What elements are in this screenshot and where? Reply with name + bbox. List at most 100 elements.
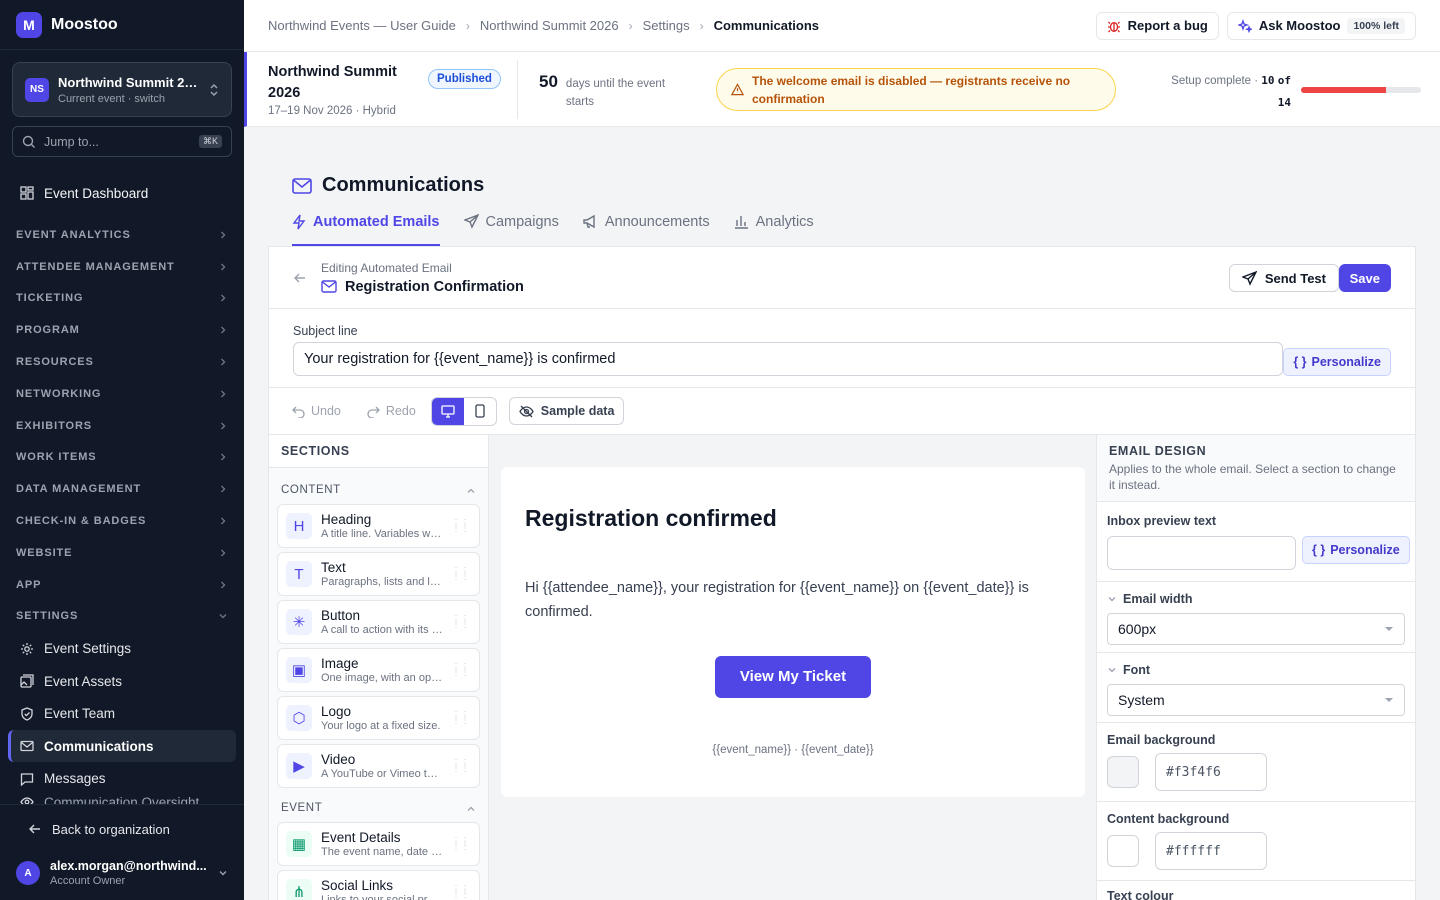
device-toggle — [430, 396, 497, 426]
nav-group-program[interactable]: PROGRAM — [0, 314, 244, 346]
nav-group-settings[interactable]: SETTINGS — [0, 601, 244, 633]
warning-banner[interactable]: The welcome email is disabled — registra… — [716, 68, 1116, 111]
user-email: alex.morgan@northwind... — [50, 859, 207, 873]
nav-group-website[interactable]: WEBSITE — [0, 537, 244, 569]
section-item-text[interactable]: T Text Paragraphs, lists and links. ⋮⋮ ⋮⋮ — [277, 552, 480, 596]
nav-group-label: WEBSITE — [16, 546, 73, 559]
drag-handle-icon[interactable]: ⋮⋮ ⋮⋮ — [451, 663, 470, 678]
tab-announcements[interactable]: Announcements — [583, 206, 710, 246]
nav-group-work-items[interactable]: WORK ITEMS — [0, 442, 244, 474]
section-item-heading[interactable]: H HeadingA title line. Variables work her… — [277, 504, 480, 548]
nav-group-exhibitors[interactable]: EXHIBITORS — [0, 410, 244, 442]
nav-group-event-analytics[interactable]: EVENT ANALYTICS — [0, 219, 244, 251]
breadcrumb-item[interactable]: Northwind Summit 2026 — [480, 18, 619, 33]
drag-handle-icon[interactable]: ⋮⋮ ⋮⋮ — [451, 885, 470, 900]
chevron-down-icon — [1107, 594, 1117, 604]
section-item-logo[interactable]: ⬡ Logo Your logo at a fixed size. ⋮⋮ ⋮⋮ — [277, 696, 480, 740]
nav-item-event-settings[interactable]: Event Settings — [8, 632, 236, 665]
nav-group-app[interactable]: APP — [0, 569, 244, 601]
nav-group-label: EXHIBITORS — [16, 419, 93, 432]
send-icon — [1241, 270, 1257, 286]
arrow-left-icon[interactable] — [293, 271, 307, 285]
section-item-event-details[interactable]: ▦ Event DetailsThe event name, date and v… — [277, 822, 480, 866]
desktop-view-button[interactable] — [431, 397, 464, 425]
brand[interactable]: M Moostoo — [0, 0, 244, 50]
braces-icon: { } — [1312, 543, 1326, 557]
nav-group-data-management[interactable]: DATA MANAGEMENT — [0, 473, 244, 505]
email-name: Registration Confirmation — [345, 278, 524, 295]
sidebar-footer: Back to organization A alex.morgan@north… — [0, 804, 244, 900]
inbox-preview-input[interactable] — [1107, 536, 1296, 570]
tab-automated-emails[interactable]: Automated Emails — [292, 206, 440, 246]
drag-handle-icon[interactable]: ⋮⋮ ⋮⋮ — [451, 837, 470, 852]
personalize-button[interactable]: { } Personalize — [1283, 348, 1391, 376]
undo-button[interactable]: Undo — [289, 404, 344, 418]
report-bug-button[interactable]: Report a bug — [1095, 11, 1219, 40]
setup-done: 10 — [1261, 74, 1275, 87]
nav-group-attendee-management[interactable]: ATTENDEE MANAGEMENT — [0, 251, 244, 283]
breadcrumb-item[interactable]: Settings — [643, 18, 690, 33]
nav-group-label: TICKETING — [16, 292, 84, 305]
nav-group-label: RESOURCES — [16, 356, 94, 369]
chevron-right-icon — [218, 357, 228, 367]
subject-input[interactable]: Your registration for {{event_name}} is … — [293, 342, 1283, 376]
nav-group-resources[interactable]: RESOURCES — [0, 346, 244, 378]
font-select[interactable]: System — [1107, 684, 1405, 716]
view-ticket-button[interactable]: View My Ticket — [715, 656, 871, 698]
tab-analytics[interactable]: Analytics — [734, 206, 814, 246]
bar-chart-icon — [734, 214, 749, 229]
content-background-hex[interactable]: #ffffff — [1155, 832, 1267, 870]
section-group-content[interactable]: CONTENT — [269, 468, 488, 500]
tab-label: Analytics — [755, 214, 814, 230]
tab-campaigns[interactable]: Campaigns — [463, 206, 559, 246]
content-background-swatch[interactable] — [1107, 835, 1139, 867]
email-footer[interactable]: {{event_name}} · {{event_date}} — [525, 744, 1061, 756]
section-item-video[interactable]: ▶ VideoA YouTube or Vimeo thumbnail. ⋮⋮⋮⋮ — [277, 744, 480, 788]
section-item-button[interactable]: ✳ Button A call to action with its link. ⋮⋮… — [277, 600, 480, 644]
drag-handle-icon[interactable]: ⋮⋮ ⋮⋮ — [451, 567, 470, 582]
chevron-right-icon — [218, 580, 228, 590]
sample-data-toggle[interactable]: Sample data — [508, 397, 625, 425]
email-width-label: Email width — [1123, 592, 1193, 606]
nav-item-messages[interactable]: Messages — [8, 762, 236, 795]
chevron-right-icon — [218, 548, 228, 558]
main: Northwind Events — User Guide › Northwin… — [244, 0, 1440, 900]
ask-quota-badge: 100% left — [1347, 17, 1405, 34]
jump-to-search[interactable]: Jump to... ⌘K — [12, 126, 232, 157]
personalize-button[interactable]: { } Personalize — [1302, 536, 1410, 564]
email-background-hex[interactable]: #f3f4f6 — [1155, 753, 1267, 791]
heading-icon: H — [286, 513, 312, 539]
back-to-organization[interactable]: Back to organization — [0, 805, 244, 853]
email-background-swatch[interactable] — [1107, 756, 1139, 788]
user-menu[interactable]: A alex.morgan@northwind... Account Owner — [0, 853, 244, 893]
sparkles-icon — [1237, 18, 1252, 33]
breadcrumb-item[interactable]: Northwind Events — User Guide — [268, 18, 456, 33]
drag-handle-icon[interactable]: ⋮⋮ ⋮⋮ — [451, 759, 470, 774]
nav-group-ticketing[interactable]: TICKETING — [0, 283, 244, 315]
drag-handle-icon[interactable]: ⋮⋮ ⋮⋮ — [451, 711, 470, 726]
ask-moostoo-button[interactable]: Ask Moostoo 100% left — [1226, 11, 1416, 40]
drag-handle-icon[interactable]: ⋮⋮ ⋮⋮ — [451, 615, 470, 630]
topbar: Northwind Events — User Guide › Northwin… — [244, 0, 1440, 52]
nav-item-event-assets[interactable]: Event Assets — [8, 665, 236, 698]
email-body-text[interactable]: Hi {{attendee_name}}, your registration … — [525, 576, 1061, 624]
event-summary-bar: Northwind Summit 2026 17–19 Nov 2026 · H… — [244, 52, 1440, 127]
save-button[interactable]: Save — [1338, 264, 1391, 292]
section-item-social-links[interactable]: ⋔ Social Links Links to your social profil… — [277, 870, 480, 900]
send-icon — [463, 214, 479, 229]
event-switcher[interactable]: NS Northwind Summit 2026 Current event ·… — [12, 62, 232, 117]
nav-item-event-team[interactable]: Event Team — [8, 697, 236, 730]
email-width-select[interactable]: 600px — [1107, 613, 1405, 645]
nav-event-dashboard[interactable]: Event Dashboard — [8, 179, 236, 207]
nav-group-networking[interactable]: NETWORKING — [0, 378, 244, 410]
email-heading[interactable]: Registration confirmed — [525, 505, 1061, 532]
send-test-button[interactable]: Send Test — [1228, 264, 1339, 292]
nav-item-communications[interactable]: Communications — [8, 729, 236, 763]
email-preview[interactable]: Registration confirmed Hi {{attendee_nam… — [501, 467, 1085, 797]
section-group-event[interactable]: EVENT — [269, 788, 488, 818]
drag-handle-icon[interactable]: ⋮⋮ ⋮⋮ — [451, 519, 470, 534]
mobile-view-button[interactable] — [464, 398, 496, 425]
nav-group-check-in-badges[interactable]: CHECK-IN & BADGES — [0, 505, 244, 537]
redo-button[interactable]: Redo — [364, 404, 419, 418]
section-item-image[interactable]: ▣ ImageOne image, with an optional link. ⋮… — [277, 648, 480, 692]
